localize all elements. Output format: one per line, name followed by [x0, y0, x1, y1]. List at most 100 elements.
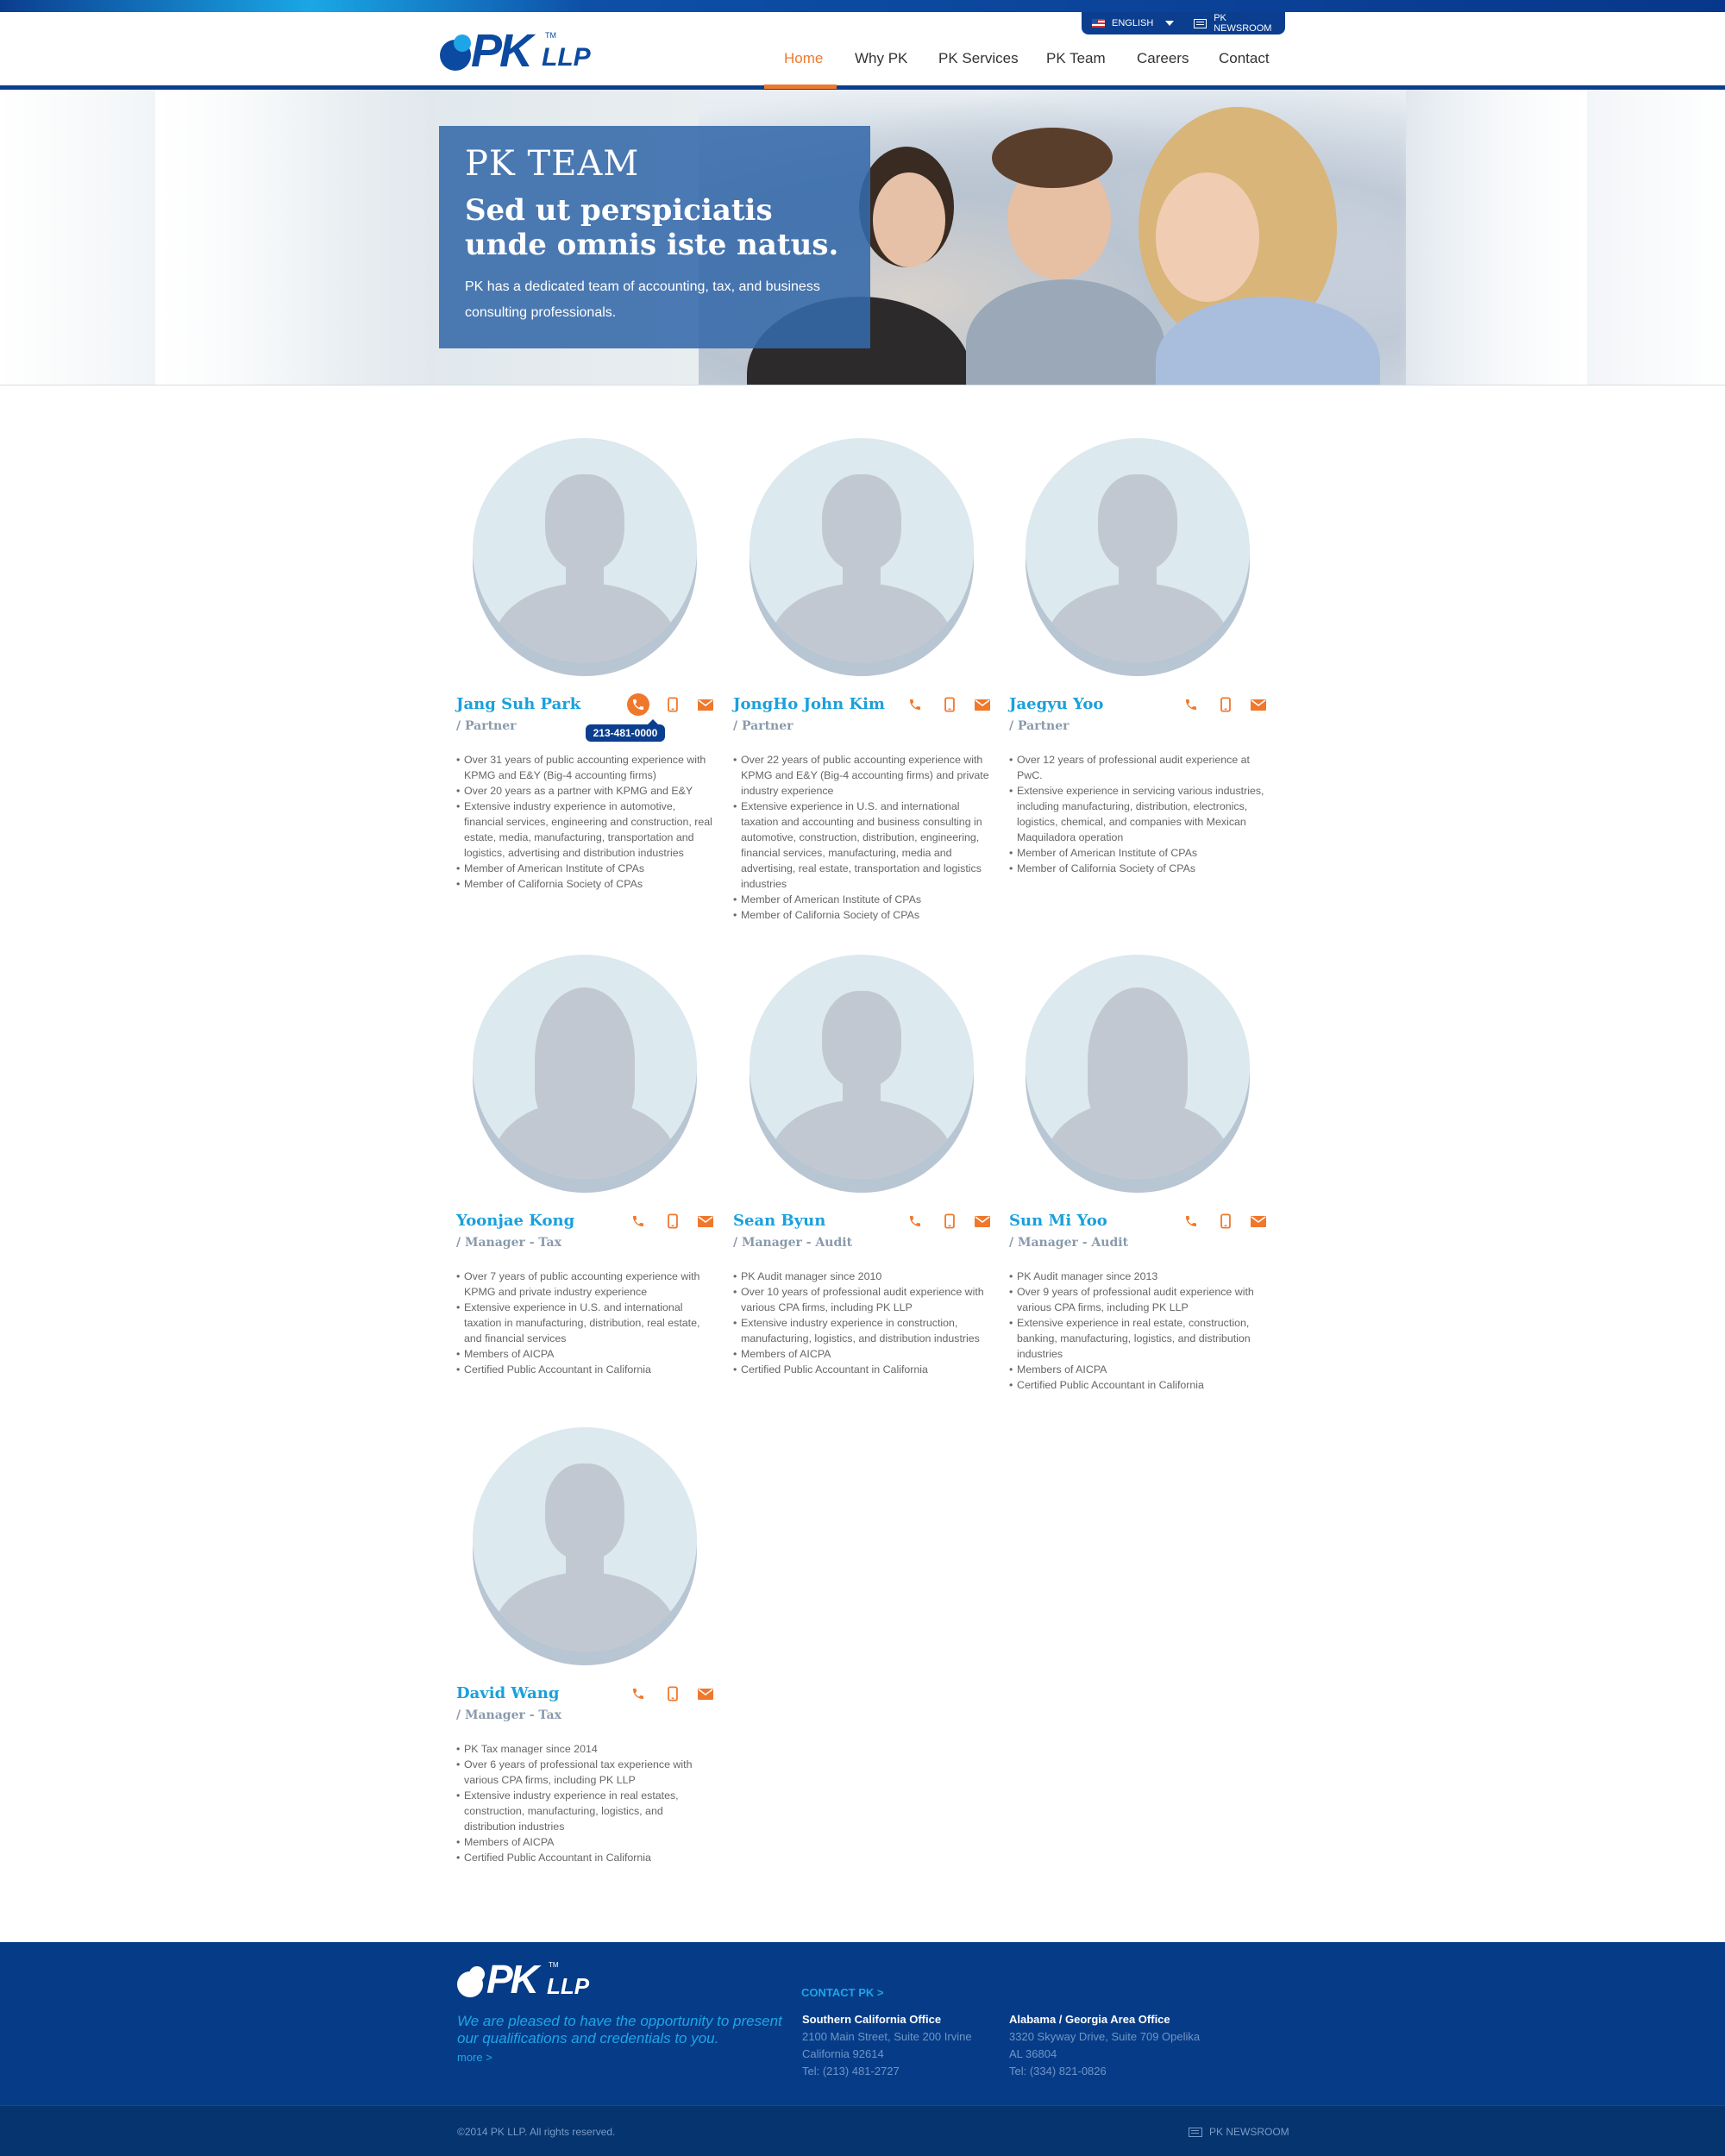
team-member-photo: [473, 955, 697, 1193]
silhouette-body: [1046, 583, 1229, 662]
team-member-name[interactable]: Jang Suh Park: [456, 695, 580, 713]
logo-trademark: TM: [545, 31, 556, 40]
mobile-icon[interactable]: [662, 1683, 684, 1705]
bio-item: Extensive experience in servicing variou…: [1009, 783, 1268, 845]
office-phone[interactable]: Tel: (213) 481-2727: [802, 2063, 972, 2080]
team-member-name[interactable]: JongHo John Kim: [733, 695, 885, 713]
silhouette-body: [493, 1572, 676, 1651]
mobile-icon[interactable]: [1214, 1210, 1237, 1232]
mobile-icon[interactable]: [662, 693, 684, 716]
language-label: ENGLISH: [1112, 18, 1154, 28]
bio-item: Member of American Institute of CPAs: [456, 861, 715, 876]
bio-item: Member of California Society of CPAs: [456, 876, 715, 892]
bio-item: Over 22 years of public accounting exper…: [733, 752, 992, 799]
team-member-photo: [1026, 438, 1250, 676]
avatar-placeholder-icon: [473, 438, 697, 662]
office-address-line: California 92614: [802, 2047, 884, 2060]
contact-icons: [1180, 693, 1275, 716]
bio-item: PK Audit manager since 2013: [1009, 1269, 1268, 1284]
team-member-photo: [473, 1427, 697, 1665]
mail-icon[interactable]: [971, 693, 994, 716]
bio-item: PK Audit manager since 2010: [733, 1269, 992, 1284]
bio-item: Over 6 years of professional tax experie…: [456, 1757, 715, 1788]
footer-newsroom-link[interactable]: PK NEWSROOM: [1189, 2126, 1289, 2138]
bio-item: Over 9 years of professional audit exper…: [1009, 1284, 1268, 1315]
team-member-photo: [750, 955, 974, 1193]
bio-item: Certified Public Accountant in Californi…: [733, 1362, 992, 1377]
mail-icon[interactable]: [971, 1210, 994, 1232]
mail-icon[interactable]: [1247, 1210, 1270, 1232]
nav-contact[interactable]: Contact: [1219, 50, 1270, 67]
nav-pk-services[interactable]: PK Services: [938, 50, 1019, 67]
silhouette-head: [545, 474, 624, 571]
team-member-name[interactable]: Sun Mi Yoo: [1009, 1212, 1107, 1230]
bio-item: Member of California Society of CPAs: [733, 907, 992, 923]
footer-logo[interactable]: PK TM LLP: [457, 1957, 604, 2002]
newsroom-link[interactable]: PK NEWSROOM: [1183, 13, 1285, 34]
bio-item: Certified Public Accountant in Californi…: [1009, 1377, 1268, 1393]
nav-home[interactable]: Home: [784, 50, 823, 67]
team-member-bio: Over 7 years of public accounting experi…: [456, 1269, 715, 1377]
team-member-bio: PK Tax manager since 2014Over 6 years of…: [456, 1741, 715, 1865]
team-member-role: / Partner: [733, 719, 794, 733]
bio-item: Extensive experience in real estate, con…: [1009, 1315, 1268, 1362]
site-logo[interactable]: PK TM LLP: [438, 25, 593, 77]
avatar-placeholder-icon: [1026, 955, 1250, 1179]
nav-pk-team[interactable]: PK Team: [1046, 50, 1106, 67]
logo-mark-accent: [454, 34, 471, 52]
team-member-bio: PK Audit manager since 2013Over 9 years …: [1009, 1269, 1268, 1393]
contact-icons: [904, 693, 999, 716]
footer-logo-trademark: TM: [549, 1961, 559, 1969]
newspaper-icon: [1189, 2127, 1202, 2137]
top-brand-stripe: [0, 0, 1725, 12]
phone-icon[interactable]: [1180, 693, 1202, 716]
newsroom-label: PK NEWSROOM: [1214, 13, 1272, 34]
bio-item: Over 20 years as a partner with KPMG and…: [456, 783, 715, 799]
bio-item: PK Tax manager since 2014: [456, 1741, 715, 1757]
phone-icon[interactable]: [627, 1683, 649, 1705]
team-member-bio: Over 22 years of public accounting exper…: [733, 752, 992, 923]
team-member-name[interactable]: Jaegyu Yoo: [1009, 695, 1103, 713]
mobile-icon[interactable]: [1214, 693, 1237, 716]
contact-icons: [627, 1683, 722, 1705]
mobile-icon[interactable]: [938, 693, 961, 716]
hero-fade: [155, 90, 431, 385]
avatar-placeholder-icon: [750, 955, 974, 1179]
hero-description: PK has a dedicated team of accounting, t…: [465, 279, 820, 320]
bio-item: Extensive experience in U.S. and interna…: [733, 799, 992, 892]
language-selector[interactable]: ENGLISH: [1082, 18, 1183, 28]
team-member-name[interactable]: David Wang: [456, 1684, 559, 1702]
silhouette-head: [822, 474, 901, 571]
mail-icon[interactable]: [694, 693, 717, 716]
phone-icon[interactable]: [904, 1210, 926, 1232]
phone-icon[interactable]: [904, 693, 926, 716]
footer-newsroom-label: PK NEWSROOM: [1209, 2126, 1289, 2138]
copyright: ©2014 PK LLP. All rights reserved.: [457, 2126, 616, 2138]
silhouette-body: [493, 583, 676, 662]
hero-banner: PK TEAM Sed ut perspiciatis unde omnis i…: [0, 90, 1725, 385]
bio-item: Over 7 years of public accounting experi…: [456, 1269, 715, 1300]
office-phone[interactable]: Tel: (334) 821-0826: [1009, 2063, 1200, 2080]
team-member-name[interactable]: Sean Byun: [733, 1212, 825, 1230]
mobile-icon[interactable]: [662, 1210, 684, 1232]
nav-why-pk[interactable]: Why PK: [855, 50, 907, 67]
office-title: Southern California Office: [802, 2013, 942, 2026]
office-address-line: AL 36804: [1009, 2047, 1057, 2060]
bio-item: Over 12 years of professional audit expe…: [1009, 752, 1268, 783]
mobile-icon[interactable]: [938, 1210, 961, 1232]
bio-item: Certified Public Accountant in Californi…: [456, 1850, 715, 1865]
team-member-name[interactable]: Yoonjae Kong: [456, 1212, 574, 1230]
logo-text: PK: [471, 25, 533, 77]
mail-icon[interactable]: [1247, 693, 1270, 716]
mail-icon[interactable]: [694, 1683, 717, 1705]
team-member-bio: PK Audit manager since 2010Over 10 years…: [733, 1269, 992, 1377]
mail-icon[interactable]: [694, 1210, 717, 1232]
bio-item: Members of AICPA: [733, 1346, 992, 1362]
silhouette-head: [822, 991, 901, 1087]
nav-careers[interactable]: Careers: [1137, 50, 1189, 67]
phone-icon[interactable]: [627, 1210, 649, 1232]
contact-pk-link[interactable]: CONTACT PK >: [801, 1986, 883, 1999]
phone-icon[interactable]: [627, 693, 649, 716]
phone-icon[interactable]: [1180, 1210, 1202, 1232]
footer-more-link[interactable]: more >: [457, 2051, 492, 2064]
